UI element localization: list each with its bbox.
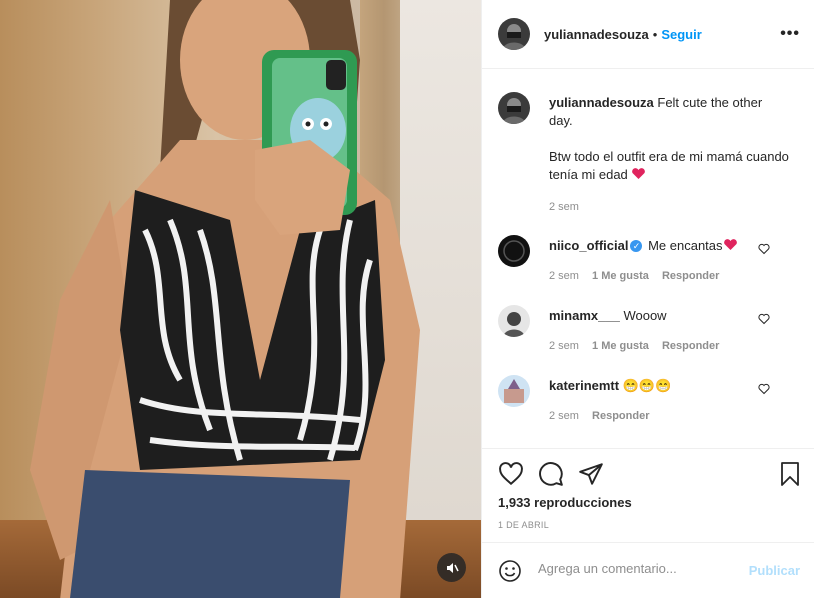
bookmark-icon[interactable] xyxy=(778,461,802,487)
caption-text: yuliannadesouza Felt cute the other day.… xyxy=(549,94,789,216)
like-comment-icon[interactable] xyxy=(758,243,770,255)
comment-avatar[interactable] xyxy=(498,375,530,407)
comment-avatar[interactable] xyxy=(498,235,530,267)
comment-likes[interactable]: 1 Me gusta xyxy=(592,270,649,282)
verified-badge-icon: ✓ xyxy=(630,240,643,252)
comment-likes[interactable]: 1 Me gusta xyxy=(592,340,649,352)
comment-text: 😁😁😁 xyxy=(622,378,672,393)
comment-item: katerinemtt 😁😁😁 2 sem Responder xyxy=(498,375,798,422)
header-separator: • xyxy=(652,26,658,42)
comment-composer: Publicar xyxy=(482,542,814,598)
caption-time[interactable]: 2 sem xyxy=(549,198,789,216)
comment-body: niico_official ✓ Me encantas 2 sem 1 Me g… xyxy=(549,237,769,285)
comment-text: Wooow xyxy=(623,308,667,323)
comment-avatar[interactable] xyxy=(498,305,530,337)
heart-emoji-icon xyxy=(723,239,737,250)
author-avatar[interactable] xyxy=(498,18,530,50)
comment-time[interactable]: 2 sem xyxy=(549,340,579,352)
post-header: yuliannadesouza • Seguir ••• xyxy=(482,0,814,69)
view-count[interactable]: 1,933 reproducciones xyxy=(498,495,632,510)
heart-icon[interactable] xyxy=(498,461,524,487)
post-video[interactable] xyxy=(0,0,481,598)
caption-username[interactable]: yuliannadesouza xyxy=(549,95,654,110)
like-comment-icon[interactable] xyxy=(758,383,770,395)
mute-button[interactable] xyxy=(437,553,466,582)
comment-time[interactable]: 2 sem xyxy=(549,270,579,282)
video-frame-illustration xyxy=(30,0,420,598)
post-caption: yuliannadesouza Felt cute the other day.… xyxy=(498,92,798,213)
post-side-panel: yuliannadesouza • Seguir ••• yuliannades… xyxy=(481,0,814,598)
share-icon[interactable] xyxy=(578,461,604,487)
post-date[interactable]: 1 DE ABRIL xyxy=(498,520,549,530)
comments-list[interactable]: yuliannadesouza Felt cute the other day.… xyxy=(482,70,814,448)
comment-icon[interactable] xyxy=(538,461,564,487)
comment-body: katerinemtt 😁😁😁 2 sem Responder xyxy=(549,377,769,425)
comment-username[interactable]: minamx___ xyxy=(549,308,620,323)
comment-item: niico_official ✓ Me encantas 2 sem 1 Me g… xyxy=(498,235,798,282)
publish-button[interactable]: Publicar xyxy=(749,563,800,578)
comment-text: Me encantas xyxy=(648,238,723,253)
heart-emoji-icon xyxy=(632,168,646,179)
comment-input[interactable] xyxy=(538,561,738,576)
caption-line-2: Btw todo el outfit era de mi mamá cuando… xyxy=(549,149,789,182)
reply-button[interactable]: Responder xyxy=(662,340,719,352)
like-comment-icon[interactable] xyxy=(758,313,770,325)
comment-username[interactable]: katerinemtt xyxy=(549,378,619,393)
emoji-icon[interactable] xyxy=(498,559,522,583)
reply-button[interactable]: Responder xyxy=(592,410,649,422)
author-username[interactable]: yuliannadesouza xyxy=(544,27,649,42)
mute-icon xyxy=(446,562,459,573)
reply-button[interactable]: Responder xyxy=(662,270,719,282)
comment-username[interactable]: niico_official xyxy=(549,238,628,253)
caption-avatar[interactable] xyxy=(498,92,530,124)
more-options-icon[interactable]: ••• xyxy=(780,25,800,43)
follow-button[interactable]: Seguir xyxy=(661,27,701,42)
post-actions: 1,933 reproducciones 1 DE ABRIL xyxy=(482,448,814,542)
comment-item: minamx___ Wooow 2 sem 1 Me gusta Respond… xyxy=(498,305,798,352)
comment-time[interactable]: 2 sem xyxy=(549,410,579,422)
comment-body: minamx___ Wooow 2 sem 1 Me gusta Respond… xyxy=(549,307,769,355)
